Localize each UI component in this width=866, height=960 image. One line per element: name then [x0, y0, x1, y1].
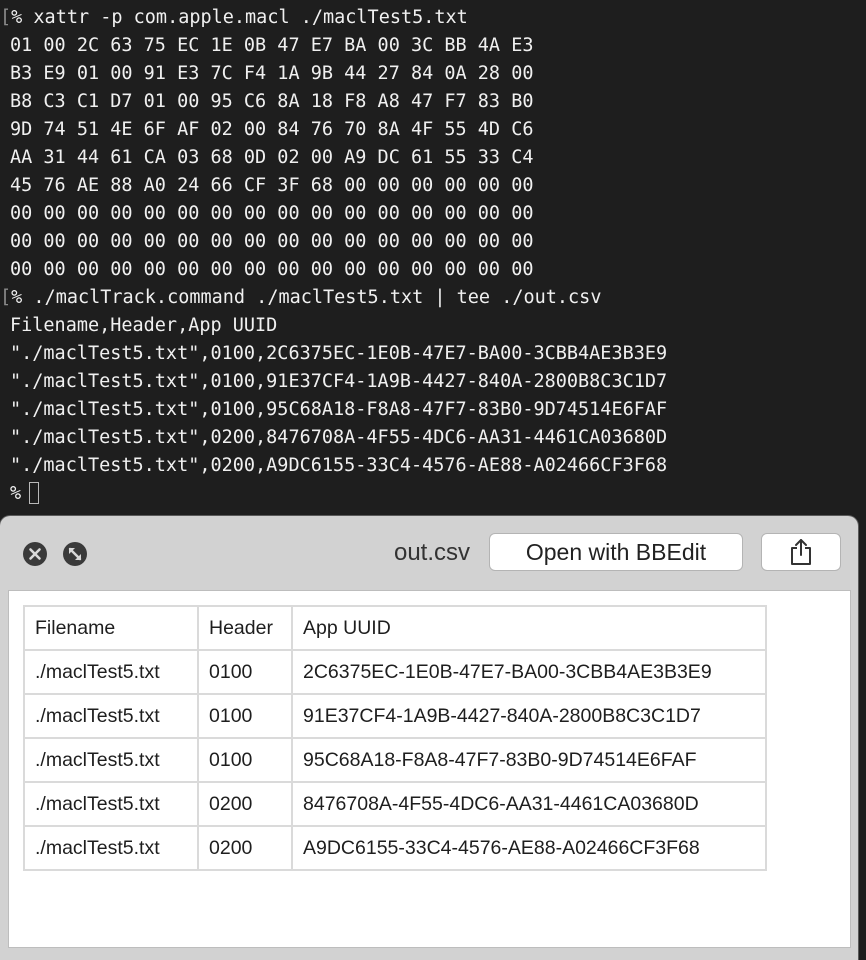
cell-filename: ./maclTest5.txt	[23, 737, 199, 783]
text-cursor	[29, 482, 40, 504]
quicklook-panel: out.csv Open with BBEdit Filename Header…	[0, 516, 858, 960]
cell-header: 0200	[197, 781, 293, 827]
command-text: % xattr -p com.apple.macl ./maclTest5.tx…	[11, 7, 468, 28]
cell-header: 0100	[197, 693, 293, 739]
fullscreen-icon[interactable]	[63, 542, 87, 566]
column-header-header: Header	[197, 605, 293, 651]
quicklook-title: out.csv	[393, 539, 470, 566]
hex-output-line: 00 00 00 00 00 00 00 00 00 00 00 00 00 0…	[10, 231, 534, 252]
table-row: ./maclTest5.txt 0100 95C68A18-F8A8-47F7-…	[23, 737, 767, 783]
cell-app-uuid: A9DC6155-33C4-4576-AE88-A02466CF3F68	[291, 825, 767, 871]
open-with-bbedit-label: Open with BBEdit	[525, 538, 707, 565]
cell-header: 0100	[197, 649, 293, 695]
table-header-row: Filename Header App UUID	[23, 605, 767, 651]
hex-output-line: B3 E9 01 00 91 E3 7C F4 1A 9B 44 27 84 0…	[10, 63, 534, 84]
csv-output-line: "./maclTest5.txt",0100,91E37CF4-1A9B-442…	[10, 371, 668, 392]
cell-filename: ./maclTest5.txt	[23, 781, 199, 827]
hex-output-line: 00 00 00 00 00 00 00 00 00 00 00 00 00 0…	[10, 259, 534, 280]
cell-header: 0100	[197, 737, 293, 783]
close-icon[interactable]	[23, 542, 47, 566]
cell-app-uuid: 95C68A18-F8A8-47F7-83B0-9D74514E6FAF	[291, 737, 767, 783]
hex-output-line: B8 C3 C1 D7 01 00 95 C6 8A 18 F8 A8 47 F…	[10, 91, 534, 112]
cell-app-uuid: 8476708A-4F55-4DC6-AA31-4461CA03680D	[291, 781, 767, 827]
terminal-command-xattr: [% xattr -p com.apple.macl ./maclTest5.t…	[0, 4, 468, 32]
open-with-bbedit-button[interactable]: Open with BBEdit	[489, 533, 743, 571]
hex-output-line: 9D 74 51 4E 6F AF 02 00 84 76 70 8A 4F 5…	[10, 119, 534, 140]
table-row: ./maclTest5.txt 0200 A9DC6155-33C4-4576-…	[23, 825, 767, 871]
hex-output-line: AA 31 44 61 CA 03 68 0D 02 00 A9 DC 61 5…	[10, 147, 534, 168]
cell-filename: ./maclTest5.txt	[23, 649, 199, 695]
terminal-command-macltrack: [% ./maclTrack.command ./maclTest5.txt |…	[0, 284, 601, 312]
column-header-app-uuid: App UUID	[291, 605, 767, 651]
share-button[interactable]	[761, 533, 841, 571]
selection-edge-mark: [	[0, 287, 12, 308]
prompt-symbol: %	[10, 483, 22, 504]
table-row: ./maclTest5.txt 0200 8476708A-4F55-4DC6-…	[23, 781, 767, 827]
csv-table: Filename Header App UUID ./maclTest5.txt…	[23, 605, 767, 871]
terminal-window[interactable]: [% xattr -p com.apple.macl ./maclTest5.t…	[0, 0, 866, 520]
cell-app-uuid: 91E37CF4-1A9B-4427-840A-2800B8C3C1D7	[291, 693, 767, 739]
csv-preview-area[interactable]: Filename Header App UUID ./maclTest5.txt…	[8, 590, 851, 948]
command-text: % ./maclTrack.command ./maclTest5.txt | …	[11, 287, 602, 308]
csv-output-line: "./maclTest5.txt",0200,8476708A-4F55-4DC…	[10, 427, 668, 448]
cell-app-uuid: 2C6375EC-1E0B-47E7-BA00-3CBB4AE3B3E9	[291, 649, 767, 695]
table-row: ./maclTest5.txt 0100 91E37CF4-1A9B-4427-…	[23, 693, 767, 739]
csv-output-line: "./maclTest5.txt",0200,A9DC6155-33C4-457…	[10, 455, 668, 476]
hex-output-line: 00 00 00 00 00 00 00 00 00 00 00 00 00 0…	[10, 203, 534, 224]
hex-output-line: 45 76 AE 88 A0 24 66 CF 3F 68 00 00 00 0…	[10, 175, 534, 196]
cell-header: 0200	[197, 825, 293, 871]
cell-filename: ./maclTest5.txt	[23, 693, 199, 739]
csv-output-line: Filename,Header,App UUID	[10, 315, 278, 336]
selection-edge-mark: [	[0, 7, 12, 28]
csv-output-line: "./maclTest5.txt",0100,2C6375EC-1E0B-47E…	[10, 343, 668, 364]
hex-output-line: 01 00 2C 63 75 EC 1E 0B 47 E7 BA 00 3C B…	[10, 35, 534, 56]
csv-output-line: "./maclTest5.txt",0100,95C68A18-F8A8-47F…	[10, 399, 668, 420]
column-header-filename: Filename	[23, 605, 199, 651]
cell-filename: ./maclTest5.txt	[23, 825, 199, 871]
share-icon	[791, 539, 811, 565]
terminal-prompt-line[interactable]: %	[10, 480, 40, 508]
table-row: ./maclTest5.txt 0100 2C6375EC-1E0B-47E7-…	[23, 649, 767, 695]
